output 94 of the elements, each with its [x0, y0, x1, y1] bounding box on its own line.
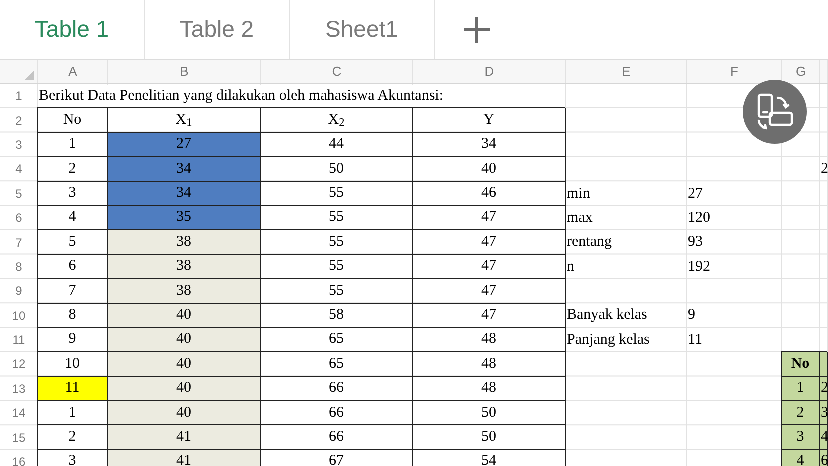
column-header[interactable]: A — [68, 62, 78, 82]
table-cell[interactable]: 40 — [108, 401, 261, 426]
table-cell[interactable]: X$_{2}$ — [261, 108, 413, 133]
row-number[interactable]: 3 — [16, 136, 22, 154]
table-cell[interactable]: No — [782, 352, 820, 377]
row-number[interactable]: 13 — [12, 380, 26, 398]
column-header[interactable]: B — [180, 62, 189, 82]
table-cell[interactable]: 38 — [108, 230, 261, 255]
table-cell[interactable]: Panjang kelas — [567, 328, 650, 352]
table-cell[interactable]: 50 — [413, 425, 566, 450]
table-cell[interactable]: 55 — [261, 230, 413, 255]
table-cell[interactable]: 11 — [38, 376, 108, 402]
table-cell[interactable]: 44 — [261, 132, 413, 158]
table-cell[interactable]: rentang — [567, 231, 612, 254]
column-header[interactable]: C — [332, 62, 342, 82]
table-cell[interactable]: min — [567, 182, 590, 205]
row-number[interactable]: 8 — [16, 258, 22, 276]
column-header[interactable]: G — [796, 62, 806, 82]
table-cell[interactable]: 66 — [261, 401, 413, 426]
row-number[interactable]: 6 — [16, 209, 22, 228]
table-cell[interactable]: 47 — [413, 206, 566, 230]
table-cell[interactable]: 55 — [261, 279, 413, 304]
row-number[interactable]: 2 — [16, 112, 22, 130]
table-cell[interactable]: 47 — [413, 254, 566, 280]
table-cell[interactable]: 35 — [108, 206, 261, 230]
table-cell[interactable]: 65 — [261, 328, 413, 352]
sheet-tab[interactable]: Table 2 — [145, 0, 290, 59]
table-cell[interactable]: Y — [413, 108, 566, 133]
table-cell[interactable]: 48 — [413, 376, 566, 402]
table-cell[interactable]: 55 — [261, 182, 413, 206]
table-cell[interactable]: 2 — [821, 158, 828, 181]
sheet-tab[interactable]: Table 1 — [0, 0, 145, 59]
table-cell[interactable]: 34 — [108, 157, 261, 182]
row-number[interactable]: 16 — [12, 453, 26, 466]
table-cell[interactable]: 40 — [108, 376, 261, 402]
table-cell[interactable]: 27 — [688, 182, 703, 205]
table-cell[interactable]: 55 — [261, 254, 413, 280]
table-cell[interactable]: No — [38, 108, 108, 133]
row-number[interactable]: 1 — [16, 87, 22, 106]
table-cell[interactable]: 40 — [413, 157, 566, 182]
row-number[interactable]: 15 — [12, 428, 26, 447]
row-number[interactable]: 7 — [16, 234, 22, 252]
table-cell[interactable]: 55 — [261, 206, 413, 230]
plus-icon — [464, 16, 490, 42]
table-cell[interactable]: 47 — [413, 230, 566, 255]
device-rotate-icon — [755, 92, 795, 132]
sheet-tab[interactable]: Sheet1 — [290, 0, 435, 59]
row-number[interactable]: 11 — [12, 331, 26, 350]
table-cell[interactable]: 192 — [688, 256, 710, 278]
row-number[interactable]: 10 — [12, 306, 26, 325]
table-cell[interactable]: 58 — [261, 304, 413, 328]
table-cell[interactable]: 40 — [108, 328, 261, 352]
table-cell[interactable]: 34 — [108, 182, 261, 206]
row-number[interactable]: 14 — [12, 404, 26, 422]
table-cell[interactable]: 54 — [413, 450, 566, 466]
table-cell[interactable]: Berikut Data Penelitian yang dilakukan oleh mahasiswa Akuntansi: — [39, 84, 444, 108]
table-cell[interactable] — [820, 352, 828, 377]
table-cell[interactable]: 46 — [413, 182, 566, 206]
table-cell[interactable]: 47 — [413, 304, 566, 328]
table-cell[interactable]: 34 — [413, 132, 566, 158]
table-cell[interactable]: 66 — [261, 376, 413, 402]
table-cell[interactable]: max — [567, 206, 593, 230]
table-cell[interactable]: 65 — [261, 352, 413, 377]
row-number[interactable]: 4 — [16, 160, 22, 178]
table-cell[interactable]: 48 — [413, 328, 566, 352]
table-cell[interactable]: 50 — [413, 401, 566, 426]
column-header[interactable]: F — [730, 62, 738, 82]
table-cell[interactable]: 3 — [782, 425, 820, 450]
row-number[interactable]: 12 — [12, 355, 26, 374]
table-cell[interactable]: 4 — [782, 450, 820, 466]
table-cell[interactable]: Banyak kelas — [567, 304, 648, 327]
column-header[interactable]: D — [484, 62, 494, 82]
table-cell[interactable]: 41 — [108, 425, 261, 450]
table-cell[interactable]: 120 — [688, 206, 710, 230]
table-cell[interactable]: 93 — [688, 231, 703, 254]
row-number[interactable]: 9 — [16, 282, 22, 300]
table-cell[interactable]: 38 — [108, 279, 261, 304]
table-cell[interactable]: 11 — [688, 328, 702, 352]
table-cell[interactable]: 47 — [413, 279, 566, 304]
table-cell[interactable]: 2 — [782, 401, 820, 426]
row-number[interactable]: 5 — [16, 184, 22, 203]
table-cell[interactable]: 50 — [261, 157, 413, 182]
table-cell[interactable]: 48 — [413, 352, 566, 377]
table-cell[interactable]: 38 — [108, 254, 261, 280]
table-cell[interactable]: 9 — [688, 304, 696, 327]
table-cell[interactable]: 40 — [108, 352, 261, 377]
table-cell[interactable]: 1 — [782, 376, 820, 402]
table-cell[interactable]: 66 — [261, 425, 413, 450]
table-cell[interactable]: 67 — [261, 450, 413, 466]
column-header[interactable]: E — [622, 62, 631, 82]
table-cell[interactable]: 41 — [108, 450, 261, 466]
table-cell[interactable]: n — [567, 256, 574, 278]
table-cell[interactable]: 27 — [108, 132, 261, 158]
table-cell[interactable]: 40 — [108, 304, 261, 328]
